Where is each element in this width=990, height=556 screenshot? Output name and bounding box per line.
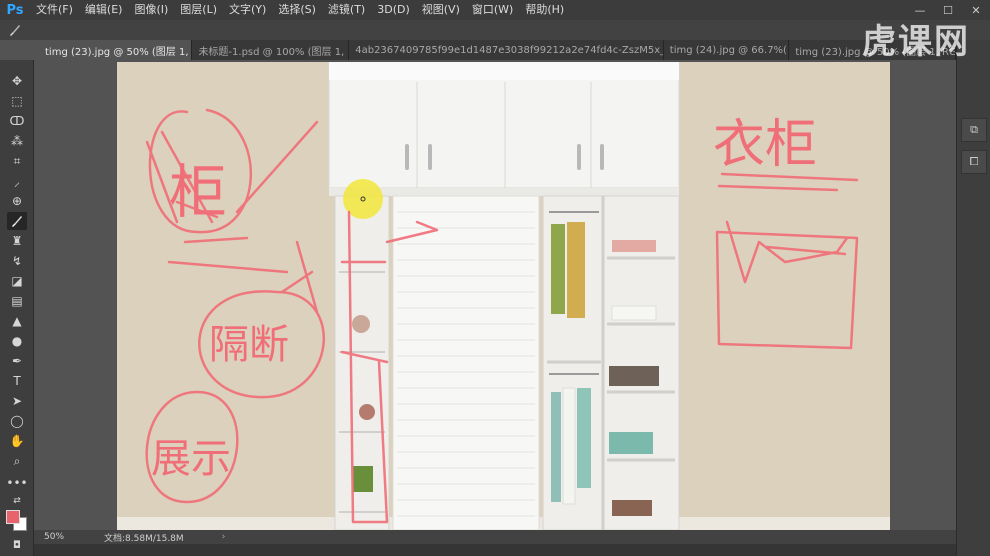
document-tabs: timg (23).jpg @ 50% (图层 1, RGB/8#) * 未标题… [34,40,956,60]
magic-wand-tool-icon[interactable]: ⁂ [7,132,27,150]
marquee-tool-icon[interactable]: ⬚ [7,92,27,110]
tab-label: 未标题-1.psd @ 100% (图层 1, RGB/8... [198,46,348,58]
swap-colors-icon[interactable]: ⇄ [7,492,27,510]
tab-4ab23[interactable]: 4ab2367409785f99e1d1487e3038f99212a2e74f… [349,40,664,60]
tab-timg-23[interactable]: timg (23).jpg @ 50% (图层 1, RGB/8#) * [34,40,193,60]
status-menu-icon[interactable]: › [222,532,226,542]
document-size: 文档:8.58M/15.8M [104,533,184,544]
hand-tool-icon[interactable]: ✋ [7,432,27,450]
path-select-tool-icon[interactable]: ➤ [7,392,27,410]
menu-image[interactable]: 图像(I) [128,0,174,20]
tools-panel: ✥ ⬚ ↀ ⁂ ⌗ ⸝ ⊕ ♜ ↯ ◪ ▤ ▲ ● ✒ T ➤ ◯ ✋ ⌕ ••… [0,60,34,556]
dodge-tool-icon[interactable]: ● [7,332,27,350]
layers-panel-icon[interactable]: ⧠ [961,150,987,174]
crop-tool-icon[interactable]: ⌗ [7,152,27,170]
history-panel-icon[interactable]: ⧉ [961,118,987,142]
foreground-color-swatch[interactable] [6,510,20,524]
blur-tool-icon[interactable]: ▲ [7,312,27,330]
ps-logo: Ps [6,2,24,18]
menu-window[interactable]: 窗口(W) [466,0,519,20]
menu-select[interactable]: 选择(S) [272,0,322,20]
stamp-tool-icon[interactable]: ♜ [7,232,27,250]
eraser-tool-icon[interactable]: ◪ [7,272,27,290]
annotation-display: 展示 [151,436,231,482]
type-tool-icon[interactable]: T [7,372,27,390]
history-brush-tool-icon[interactable]: ↯ [7,252,27,270]
menu-3d[interactable]: 3D(D) [371,0,416,20]
move-tool-icon[interactable]: ✥ [7,72,27,90]
menu-file[interactable]: 文件(F) [30,0,79,20]
more-tools-icon[interactable]: ••• [6,474,27,492]
brush-tool-icon[interactable] [7,212,27,230]
photoshop-window: Ps 文件(F) 编辑(E) 图像(I) 图层(L) 文字(Y) 选择(S) 滤… [0,0,990,556]
gradient-tool-icon[interactable]: ▤ [7,292,27,310]
annotation-cabinet: 柜 [169,158,227,226]
lasso-tool-icon[interactable]: ↀ [7,112,27,130]
menu-view[interactable]: 视图(V) [416,0,466,20]
menu-layer[interactable]: 图层(L) [174,0,223,20]
right-panel-dock: ⧉ ⧠ [956,40,990,556]
document-canvas[interactable]: 柜 隔断 展示 衣柜 [117,62,890,530]
pen-tool-icon[interactable]: ✒ [7,352,27,370]
annotation-partition: 隔断 [209,322,289,368]
tab-label: timg (23).jpg @ 50% (图层 1, RGB/8#) * [45,46,191,58]
eyedropper-tool-icon[interactable]: ⸝ [7,172,27,190]
tab-timg-24[interactable]: timg (24).jpg @ 66.7%(RGB/... × [663,40,790,60]
quick-mask-icon[interactable]: ◘ [7,536,27,554]
menu-filter[interactable]: 滤镜(T) [322,0,371,20]
zoom-level[interactable]: 50% [34,532,74,542]
status-bar: 50% 文档:8.58M/15.8M › [34,530,956,544]
zoom-tool-icon[interactable]: ⌕ [7,452,27,470]
annotation-wardrobe: 衣柜 [713,115,817,175]
tab-label: timg (24).jpg @ 66.7%(RGB/... [669,44,789,56]
options-bar [0,20,990,40]
menu-edit[interactable]: 编辑(E) [79,0,129,20]
watermark-logo: 虎课网 [862,22,970,62]
menu-bar: Ps 文件(F) 编辑(E) 图像(I) 图层(L) 文字(Y) 选择(S) 滤… [0,0,990,20]
menu-help[interactable]: 帮助(H) [519,0,570,20]
healing-tool-icon[interactable]: ⊕ [7,192,27,210]
tab-label: 4ab2367409785f99e1d1487e3038f99212a2e74f… [355,44,663,56]
canvas-image: 柜 隔断 展示 衣柜 [117,62,890,530]
ellipse-tool-icon[interactable]: ◯ [7,412,27,430]
bottom-strip [34,544,956,556]
canvas-area: 柜 隔断 展示 衣柜 [34,60,956,530]
menu-type[interactable]: 文字(Y) [223,0,272,20]
tab-untitled-1[interactable]: 未标题-1.psd @ 100% (图层 1, RGB/8... × [192,40,350,60]
brush-preset-icon[interactable] [0,20,30,40]
